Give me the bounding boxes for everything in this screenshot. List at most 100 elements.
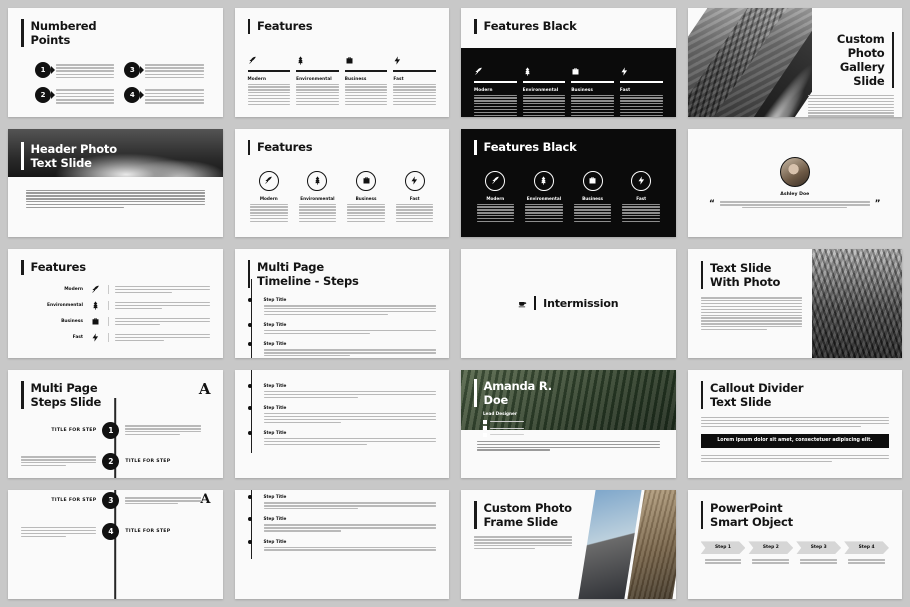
bolt-icon	[405, 171, 425, 191]
chevron-step[interactable]: Step 4	[844, 541, 889, 563]
timeline-step[interactable]: Step Title	[264, 516, 437, 531]
slide-custom-photo-gallery[interactable]: Custom Photo Gallery Slide	[688, 8, 903, 117]
feature-text	[115, 302, 210, 309]
social-link[interactable]	[483, 433, 573, 437]
briefcase-icon	[345, 54, 388, 65]
title-rule	[248, 140, 251, 155]
quote-close-icon: ”	[875, 202, 881, 207]
chevron-label: Step 2	[748, 541, 793, 554]
slide-intermission[interactable]: Intermission	[461, 249, 676, 358]
side-photo	[812, 249, 902, 358]
social-links	[483, 420, 573, 437]
timeline-step[interactable]: Step Title	[264, 539, 437, 551]
timeline-step[interactable]: Step Title	[264, 494, 437, 509]
timeline-step[interactable]: Step Title	[264, 383, 437, 398]
slide-multi-page-timeline[interactable]: Multi Page Timeline - Steps Step Title S…	[235, 249, 450, 358]
feature-column[interactable]: Environmental	[296, 54, 339, 105]
feature-columns: Modern Environmental Business	[474, 65, 663, 116]
timeline-step[interactable]: Step Title	[264, 322, 437, 334]
slide-callout-divider[interactable]: Callout Divider Text Slide Lorem ipsum d…	[688, 370, 903, 479]
chevron-step[interactable]: Step 2	[748, 541, 793, 563]
divider	[108, 301, 109, 310]
social-link[interactable]	[483, 426, 573, 430]
feature-column[interactable]: Environmental	[523, 171, 566, 223]
step-title: Step Title	[264, 494, 437, 499]
chevron-label: Step 4	[844, 541, 889, 554]
feature-label: Fast	[620, 87, 663, 92]
step-row[interactable]: TITLE FOR STEP 3	[21, 492, 210, 509]
profile-name: Amanda R. Doe	[474, 379, 573, 407]
feature-column[interactable]: Fast	[620, 65, 663, 116]
slide-text-with-photo[interactable]: Text Slide With Photo	[688, 249, 903, 358]
feature-column[interactable]: Environmental	[296, 171, 339, 223]
chevron-step[interactable]: Step 3	[796, 541, 841, 563]
slide-multi-page-steps-cont[interactable]: A TITLE FOR STEP 3 4 TITLE FOR STEP	[8, 490, 223, 599]
step-row[interactable]: TITLE FOR STEP 1	[21, 422, 210, 439]
slide-features-black-circles[interactable]: Features Black Modern Environmental	[461, 129, 676, 238]
slide-header-photo-text[interactable]: Header Photo Text Slide	[8, 129, 223, 238]
slide-testimonial[interactable]: Ashley Doe “ ”	[688, 129, 903, 238]
feature-row[interactable]: Fast	[37, 333, 210, 342]
social-link[interactable]	[483, 420, 573, 424]
chevron-step[interactable]: Step 1	[701, 541, 746, 563]
feature-column[interactable]: Business	[345, 171, 388, 223]
slide-multi-page-timeline-cont-2[interactable]: Step Title Step Title Step Title	[235, 490, 450, 599]
slide-multi-page-steps[interactable]: Multi Page Steps Slide A TITLE FOR STEP …	[8, 370, 223, 479]
slide-features-horizontal[interactable]: Features Modern Environmental	[8, 249, 223, 358]
feature-row[interactable]: Business	[37, 317, 210, 326]
timeline-step[interactable]: Step Title	[264, 341, 437, 356]
feature-label: Fast	[636, 196, 646, 201]
slide-multi-page-timeline-cont[interactable]: Step Title Step Title Step Title	[235, 370, 450, 479]
timeline-dot	[248, 517, 252, 521]
divider	[248, 70, 291, 72]
feature-label: Environmental	[37, 303, 83, 308]
feature-column[interactable]: Business	[345, 54, 388, 105]
page-title: Custom Photo Gallery Slide	[808, 32, 894, 88]
timeline-step[interactable]: Step Title	[264, 405, 437, 423]
feature-column[interactable]: Fast	[620, 171, 663, 223]
name-text: Amanda R. Doe	[484, 379, 552, 407]
step-row[interactable]: 4 TITLE FOR STEP	[21, 523, 210, 540]
feature-column[interactable]: Business	[571, 65, 614, 116]
feature-column[interactable]: Modern	[248, 171, 291, 223]
step-title: Step Title	[264, 297, 437, 302]
feature-column[interactable]: Business	[571, 171, 614, 223]
step-row[interactable]: 2 TITLE FOR STEP	[21, 453, 210, 470]
feature-column[interactable]: Fast	[393, 54, 436, 105]
feature-column[interactable]: Modern	[474, 65, 517, 116]
slide-features[interactable]: Features Modern Environmental	[235, 8, 450, 117]
feature-column[interactable]: Fast	[393, 171, 436, 223]
feature-row[interactable]: Modern	[37, 285, 210, 294]
social-text	[490, 421, 524, 422]
numbered-points-list: 1 3 2 4	[21, 62, 210, 104]
slide-profile[interactable]: Amanda R. Doe Lead Designer	[461, 370, 676, 479]
timeline-dot	[248, 431, 252, 435]
slide-powerpoint-smart-object[interactable]: PowerPoint Smart Object Step 1 Step 2 St…	[688, 490, 903, 599]
timeline-step[interactable]: Step Title	[264, 430, 437, 445]
timeline-dot	[248, 384, 252, 388]
item-body-text	[145, 64, 203, 78]
slide-numbered-points[interactable]: Numbered Points 1 3 2 4	[8, 8, 223, 117]
list-item[interactable]: 1	[35, 62, 114, 78]
feature-column[interactable]: Modern	[474, 171, 517, 223]
list-item[interactable]: 2	[35, 87, 114, 103]
rocket-icon	[89, 285, 102, 294]
profile-role: Lead Designer	[483, 411, 573, 416]
feature-column[interactable]: Environmental	[523, 65, 566, 116]
feature-text	[393, 84, 436, 106]
title-text: Custom Photo Frame Slide	[484, 501, 572, 529]
social-text	[490, 434, 524, 435]
slide-features-circles[interactable]: Features Modern Environmental	[235, 129, 450, 238]
feature-label: Environmental	[296, 76, 339, 81]
timeline-step[interactable]: Step Title	[264, 297, 437, 315]
step-title: Step Title	[264, 341, 437, 346]
body-text	[477, 441, 660, 451]
slide-features-black[interactable]: Features Black Modern Envi	[461, 8, 676, 117]
list-item[interactable]: 3	[124, 62, 203, 78]
feature-label: Business	[356, 196, 377, 201]
feature-column[interactable]: Modern	[248, 54, 291, 105]
list-item[interactable]: 4	[124, 87, 203, 103]
feature-row[interactable]: Environmental	[37, 301, 210, 310]
rocket-icon	[248, 54, 291, 65]
slide-custom-photo-frame[interactable]: Custom Photo Frame Slide	[461, 490, 676, 599]
